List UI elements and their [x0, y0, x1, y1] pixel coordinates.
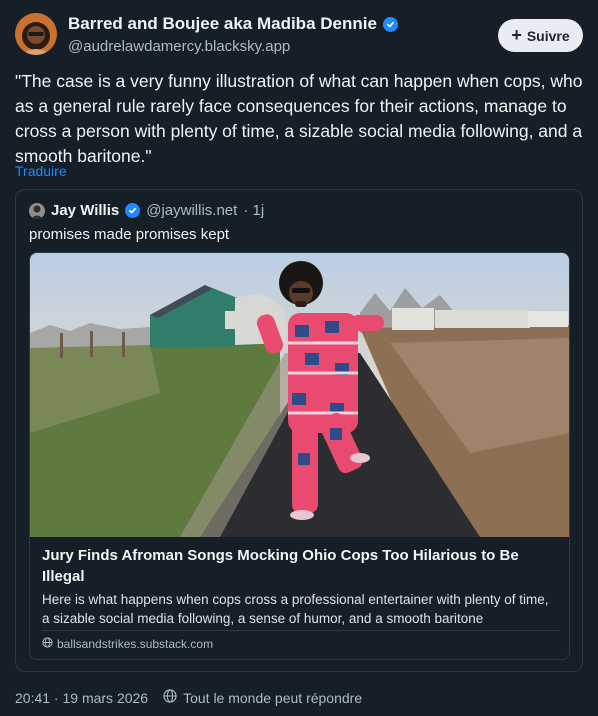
- quote-author-name[interactable]: Jay Willis: [51, 202, 119, 219]
- plus-icon: +: [511, 24, 522, 45]
- quote-author-handle[interactable]: @jaywillis.net: [146, 202, 237, 219]
- verified-badge-icon: [125, 203, 141, 218]
- quote-header: Jay Willis @jaywillis.net · 1j: [29, 202, 264, 219]
- author-handle[interactable]: @audrelawdamercy.blacksky.app: [68, 38, 290, 55]
- follow-button[interactable]: + Suivre: [498, 19, 583, 52]
- follow-button-label: Suivre: [526, 27, 570, 44]
- reply-setting: Tout le monde peut répondre: [183, 689, 363, 706]
- author-avatar[interactable]: [15, 13, 57, 55]
- translate-link[interactable]: Traduire: [15, 163, 67, 179]
- author-name-row[interactable]: Barred and Boujee aka Madiba Dennie: [68, 14, 398, 34]
- quoted-post[interactable]: Jay Willis @jaywillis.net · 1j promises …: [15, 189, 583, 672]
- quote-text: promises made promises kept: [29, 226, 230, 243]
- link-preview-card[interactable]: Jury Finds Afroman Songs Mocking Ohio Co…: [29, 252, 570, 660]
- post-text: "The case is a very funny illustration o…: [15, 71, 583, 166]
- post-timestamp[interactable]: 20:41 · 19 mars 2026: [15, 690, 148, 706]
- quote-author-avatar[interactable]: [29, 202, 45, 219]
- globe-icon: [163, 689, 177, 706]
- link-domain: ballsandstrikes.substack.com: [57, 637, 214, 651]
- link-divider: [42, 630, 559, 631]
- author-name[interactable]: Barred and Boujee aka Madiba Dennie: [68, 14, 377, 34]
- quote-time: · 1j: [243, 202, 265, 219]
- link-title[interactable]: Jury Finds Afroman Songs Mocking Ohio Co…: [42, 545, 557, 587]
- link-description: Here is what happens when cops cross a p…: [42, 592, 549, 626]
- link-domain-row: ballsandstrikes.substack.com: [42, 637, 213, 651]
- link-preview-image: [30, 253, 569, 537]
- verified-badge-icon: [382, 16, 398, 32]
- post-footer: 20:41 · 19 mars 2026 Tout le monde peut …: [15, 689, 362, 706]
- globe-icon: [42, 637, 53, 651]
